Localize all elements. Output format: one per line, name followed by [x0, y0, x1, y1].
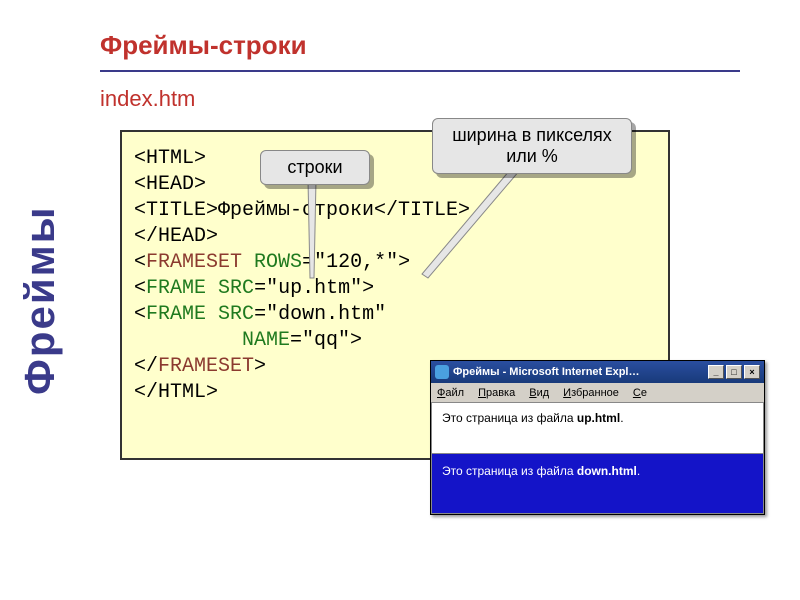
close-button[interactable]: × [744, 365, 760, 379]
code-line: <HEAD> [134, 172, 656, 198]
maximize-button[interactable]: □ [726, 365, 742, 379]
minimize-button[interactable]: _ [708, 365, 724, 379]
menu-view[interactable]: Вид [529, 387, 549, 399]
code-line: <TITLE>Фреймы-строки</TITLE> [134, 198, 656, 224]
sidebar-label: Фреймы [10, 150, 70, 450]
menu-edit[interactable]: Правка [478, 387, 515, 399]
menu-favorites[interactable]: Избранное [563, 387, 619, 399]
ie-icon [435, 365, 449, 379]
code-line: NAME="qq"> [134, 328, 656, 354]
browser-title: Фреймы - Microsoft Internet Expl… [453, 366, 708, 378]
browser-content: Это страница из файла up.html. Это стран… [431, 403, 764, 514]
code-line: <FRAME SRC="up.htm"> [134, 276, 656, 302]
code-line: <FRAMESET ROWS="120,*"> [134, 250, 656, 276]
title-rule [100, 70, 740, 72]
menu-file[interactable]: Файл [437, 387, 464, 399]
callout-rows: строки [260, 150, 370, 185]
browser-window: Фреймы - Microsoft Internet Expl… _ □ × … [430, 360, 765, 515]
slide-subtitle: index.htm [100, 86, 195, 112]
browser-titlebar: Фреймы - Microsoft Internet Expl… _ □ × [431, 361, 764, 383]
frame-top: Это страница из файла up.html. [431, 403, 764, 454]
frame-bottom: Это страница из файла down.html. [431, 454, 764, 514]
code-line: </HEAD> [134, 224, 656, 250]
browser-menubar: Файл Правка Вид Избранное Се [431, 383, 764, 403]
slide-title: Фреймы-строки [100, 30, 307, 61]
callout-width: ширина в пикселях или % [432, 118, 632, 174]
menu-more[interactable]: Се [633, 387, 647, 399]
code-line: <FRAME SRC="down.htm" [134, 302, 656, 328]
